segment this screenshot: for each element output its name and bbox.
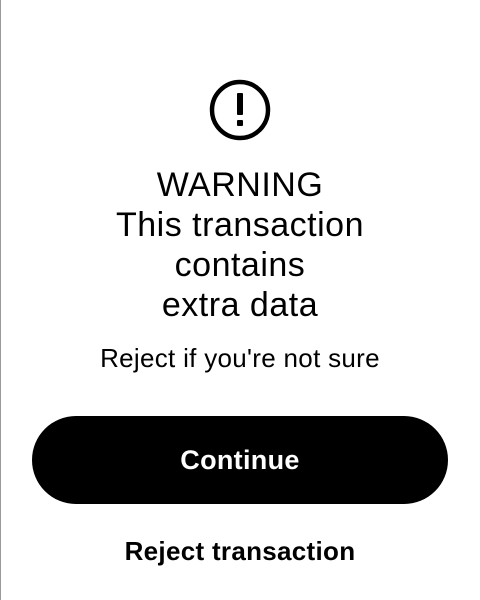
warning-title-line: WARNING bbox=[156, 166, 324, 204]
warning-subtitle: Reject if you're not sure bbox=[100, 343, 380, 373]
warning-title-line: extra data bbox=[161, 286, 319, 324]
continue-button[interactable]: Continue bbox=[32, 416, 448, 504]
exclamation-circle-icon bbox=[209, 79, 271, 141]
warning-title-line: This transaction bbox=[116, 206, 364, 244]
reject-transaction-button[interactable]: Reject transaction bbox=[0, 534, 480, 568]
warning-title: WARNING This transaction contains extra … bbox=[0, 165, 480, 325]
warning-title-line: contains bbox=[174, 246, 306, 284]
